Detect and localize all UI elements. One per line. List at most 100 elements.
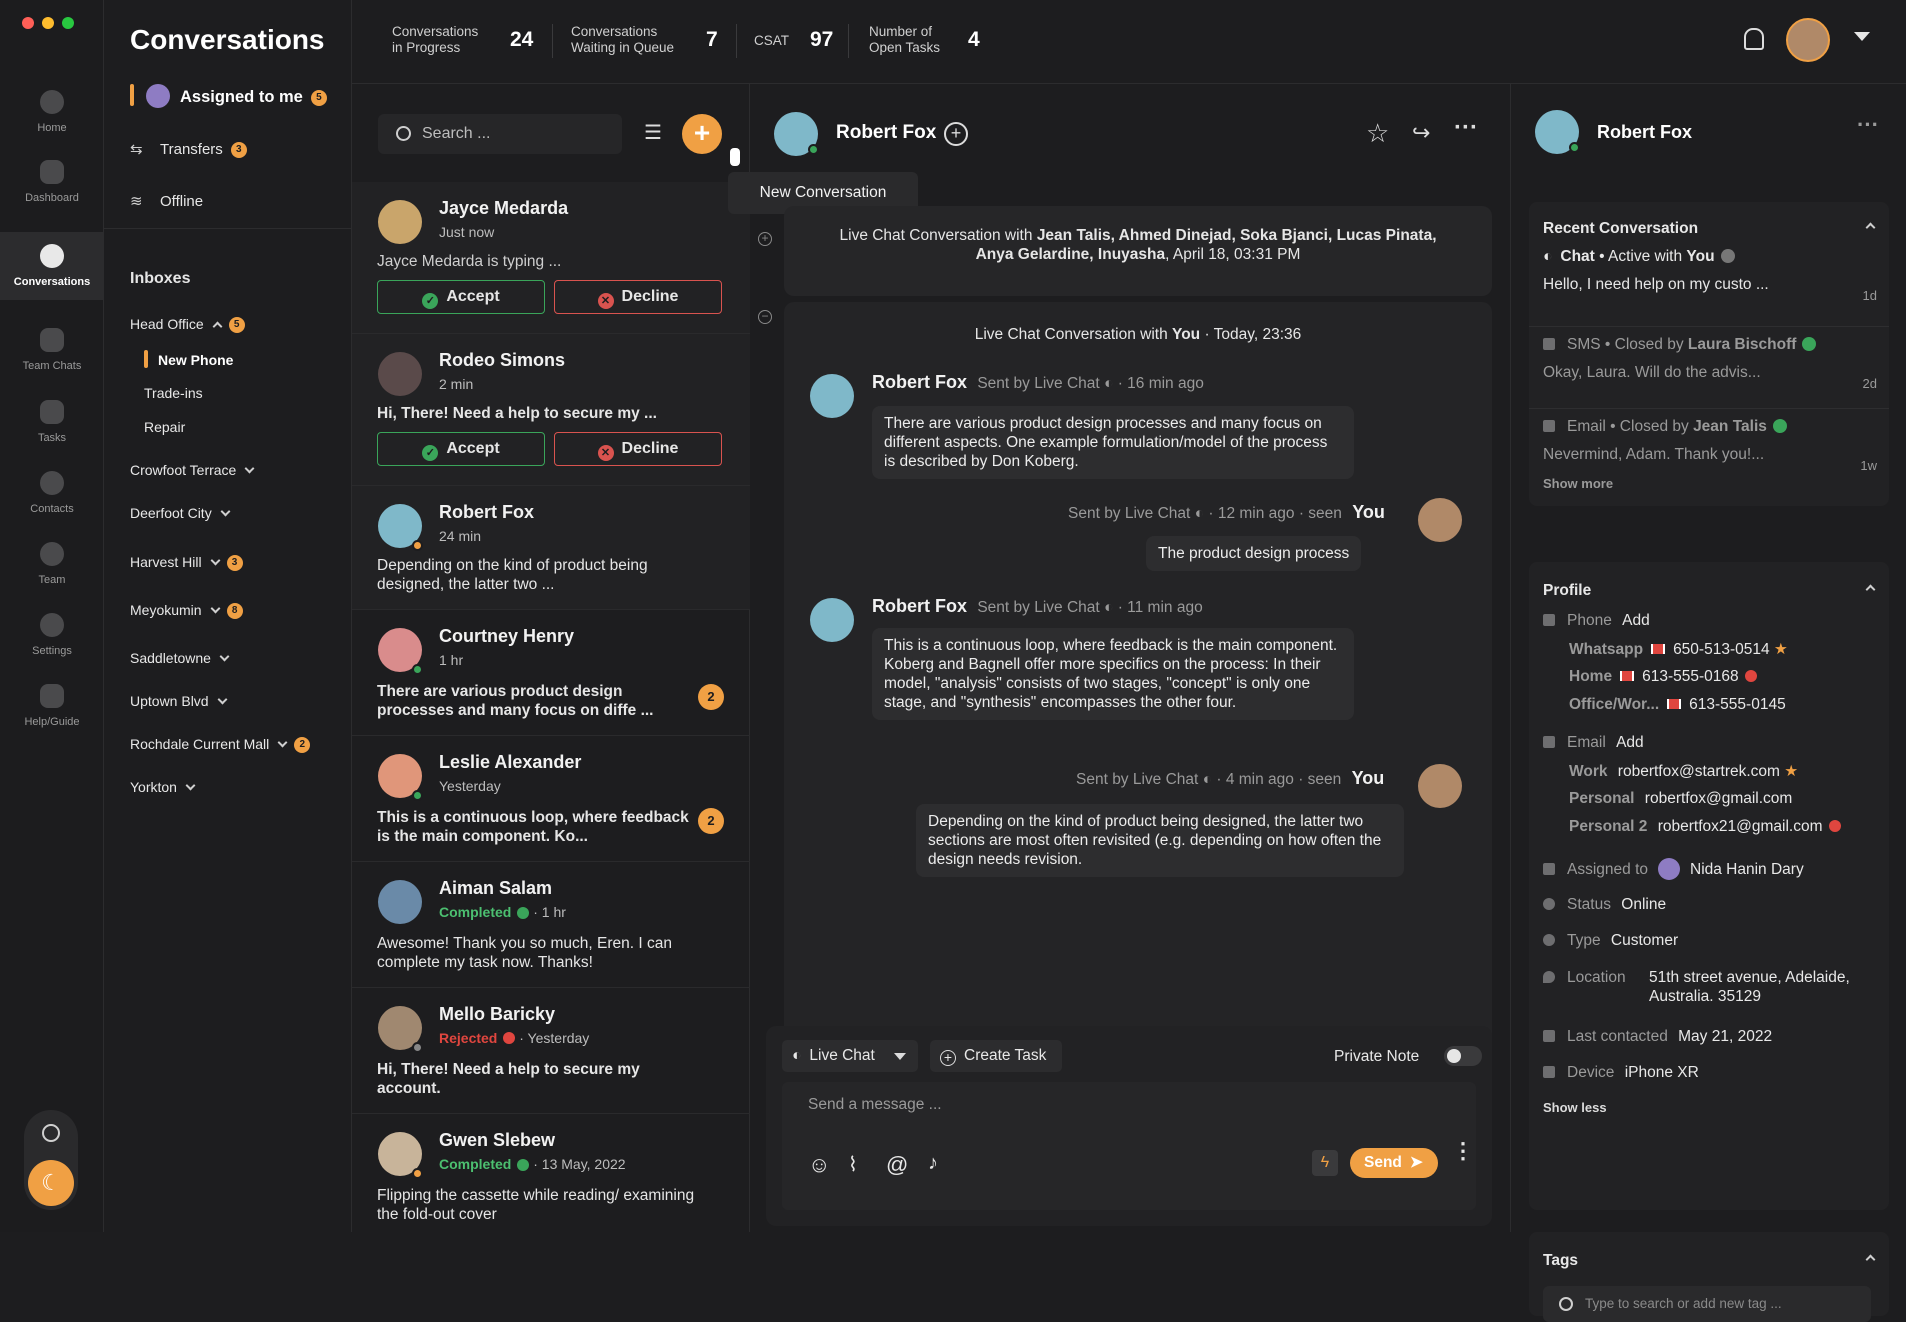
inbox-new-phone[interactable]: New Phone [158,352,233,368]
more-icon[interactable]: ··· [1857,112,1879,138]
list-item[interactable]: Courtney Henry 1 hr There are various pr… [352,610,750,736]
emoji-icon[interactable]: ☺ [808,1152,830,1178]
avatar [1418,764,1462,808]
nav-contacts[interactable]: Contacts [0,471,104,521]
close-window-icon[interactable] [22,17,34,29]
inboxes-title: Inboxes [130,270,191,287]
divider [848,24,849,58]
inbox-deerfoot-city[interactable]: Deerfoot City [130,505,231,521]
chevron-up-icon[interactable] [1865,222,1876,233]
team-chats-icon [40,328,64,352]
inbox-head-office[interactable]: Head Office 5 [130,316,245,334]
count-badge: 5 [228,317,245,334]
flag-icon [1651,644,1666,654]
show-more-link[interactable]: Show more [1543,476,1613,491]
inbox-trade-ins[interactable]: Trade-ins [144,385,203,401]
nav-tasks[interactable]: Tasks [0,400,104,450]
chat-contact-name[interactable]: Robert Fox [836,122,936,144]
send-button[interactable]: Send ➤ [1350,1148,1438,1178]
more-options-icon[interactable]: ⋮ [1452,1140,1474,1162]
user-avatar[interactable] [1786,18,1830,62]
decline-button[interactable]: ✕ Decline [554,432,722,466]
inbox-repair[interactable]: Repair [144,419,185,435]
attachment-icon[interactable]: ⌇ [848,1152,858,1177]
avatar [810,374,854,418]
mention-icon[interactable]: @ [886,1152,908,1178]
minimize-window-icon[interactable] [42,17,54,29]
filter-icon[interactable]: ☰ [641,122,665,144]
nav-home[interactable]: Home [0,90,104,140]
nav-help[interactable]: Help/Guide [0,684,104,734]
moon-icon[interactable]: ☾ [28,1160,74,1206]
recent-item[interactable]: SMS • Closed by Laura Bischoff Okay, Lau… [1543,336,1877,408]
tags-input-box[interactable]: Type to search or add new tag ... [1543,1286,1871,1322]
nav-dashboard[interactable]: Dashboard [0,160,104,210]
conversations-icon [40,244,64,268]
user-icon [1543,934,1555,946]
collapse-icon[interactable]: − [758,310,772,324]
nav-team-chats[interactable]: Team Chats [0,328,104,378]
send-icon: ➤ [1409,1154,1423,1171]
chevron-up-icon[interactable] [1865,1254,1876,1265]
tags-section: Tags Type to search or add new tag ... [1529,1232,1889,1322]
message-header: Sent by Live Chat ◐ · 12 min ago · seen … [1068,502,1385,522]
contact-panel: Robert Fox ··· Recent Conversation ◐ Chat… [1510,84,1906,1322]
transfers-item[interactable]: ⇆ Transfers 3 [130,140,247,159]
bell-icon[interactable] [1744,28,1764,50]
inbox-crowfoot-terrace[interactable]: Crowfoot Terrace [130,462,255,478]
tags-input[interactable]: Type to search or add new tag ... [1585,1296,1782,1311]
previous-conversation-card[interactable]: Live Chat Conversation with Jean Talis, … [784,206,1492,296]
new-conversation-button[interactable]: + [682,114,722,154]
theme-toggle[interactable]: ☾ [24,1110,78,1210]
nav-conversations[interactable]: Conversations [0,232,104,300]
add-phone-link[interactable]: Add [1622,612,1650,629]
inbox-meyokumin[interactable]: Meyokumin 8 [130,602,243,620]
remove-icon[interactable] [1828,820,1841,832]
remove-icon[interactable] [1744,670,1757,682]
decline-button[interactable]: ✕ Decline [554,280,722,314]
chevron-down-icon [217,694,228,705]
show-less-link[interactable]: Show less [1543,1100,1607,1115]
offline-item[interactable]: ≋ Offline [130,192,203,210]
nav-team[interactable]: Team [0,542,104,592]
share-icon[interactable]: ↪ [1412,120,1430,146]
chevron-up-icon[interactable] [1865,584,1876,595]
star-icon[interactable]: ☆ [1366,118,1389,149]
add-email-link[interactable]: Add [1616,734,1644,751]
inbox-harvest-hill[interactable]: Harvest Hill 3 [130,554,243,572]
more-icon[interactable]: ··· [1454,114,1478,142]
home-icon [40,90,64,114]
list-item[interactable]: Leslie Alexander Yesterday This is a con… [352,736,750,862]
accept-button[interactable]: ✓ Accept [377,280,545,314]
expand-icon[interactable]: + [758,232,772,246]
list-item[interactable]: Robert Fox 24 min Depending on the kind … [352,486,750,610]
list-item[interactable]: Rodeo Simons 2 min Hi, There! Need a hel… [352,334,750,486]
inbox-uptown-blvd[interactable]: Uptown Blvd [130,693,228,709]
inbox-saddletowne[interactable]: Saddletowne [130,650,230,666]
list-item[interactable]: Jayce Medarda Just now Jayce Medarda is … [352,182,750,334]
inbox-yorkton[interactable]: Yorkton [130,779,196,795]
inbox-rochdale-current-mall[interactable]: Rochdale Current Mall 2 [130,736,311,754]
add-participant-icon[interactable]: + [944,122,968,146]
zoom-window-icon[interactable] [62,17,74,29]
search-input[interactable]: Search ... [422,125,490,143]
active-indicator [130,84,134,106]
quick-reply-icon[interactable]: ϟ [1312,1150,1338,1176]
recent-item[interactable]: ◐ Chat • Active with You Hello, I need he… [1543,248,1877,320]
caret-down-icon[interactable] [1854,32,1870,41]
microphone-icon[interactable]: ♪ [928,1152,938,1175]
channel-select[interactable]: ◐ Live Chat [782,1040,918,1072]
assigned-to-me[interactable]: Assigned to me 5 [146,84,327,108]
list-item[interactable]: Aiman Salam Completed · 1 hr Awesome! Th… [352,862,750,988]
private-note-toggle[interactable] [1444,1046,1482,1066]
search-box[interactable]: Search ... [378,114,622,154]
page-title: Conversations [130,24,325,55]
nav-settings[interactable]: Settings [0,613,104,663]
list-item[interactable]: Mello Baricky Rejected · Yesterday Hi, T… [352,988,750,1114]
message-input[interactable]: Send a message ... [808,1096,942,1114]
live-chat-icon: ◐ [1104,599,1114,616]
sun-icon[interactable] [42,1124,60,1142]
accept-button[interactable]: ✓ Accept [377,432,545,466]
list-item[interactable]: Gwen Slebew Completed · 13 May, 2022 Fli… [352,1114,750,1232]
create-task-button[interactable]: + Create Task [930,1040,1062,1072]
